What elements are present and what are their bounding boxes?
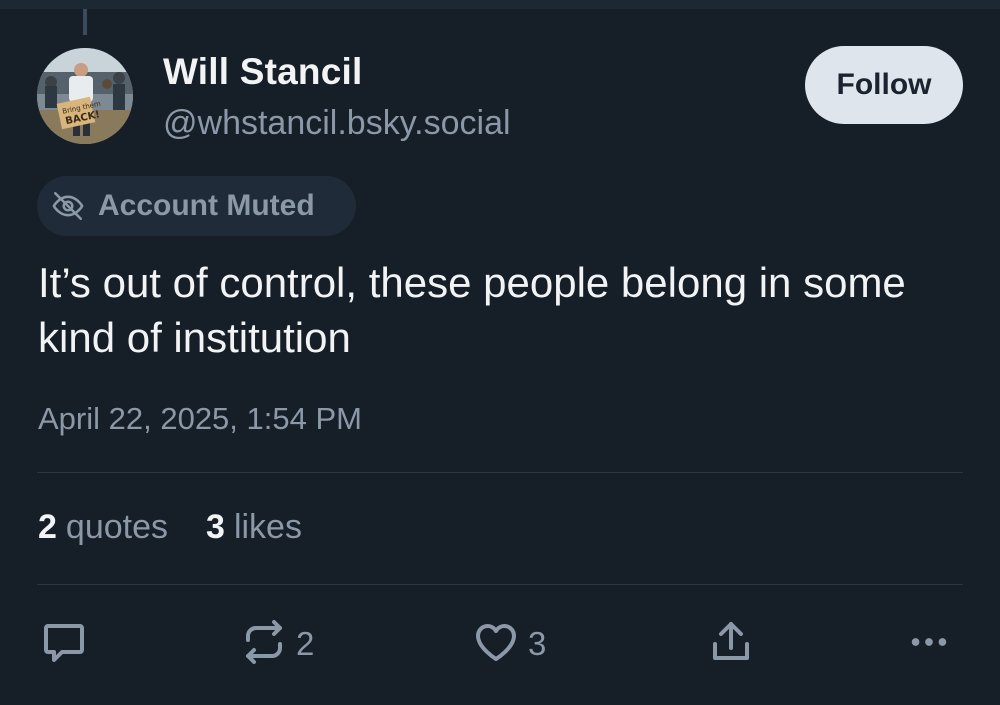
parent-post-edge [0,0,1000,9]
share-button[interactable] [707,616,755,672]
likes-label: likes [233,508,302,546]
heart-icon [472,618,520,671]
repost-count: 2 [296,625,315,662]
account-muted-badge[interactable]: Account Muted [37,176,356,236]
avatar[interactable]: Bring them BACK! [37,48,133,144]
quotes-stat[interactable]: 2 quotes [38,508,168,547]
speech-bubble-icon [40,618,88,671]
likes-stat[interactable]: 3 likes [206,508,302,547]
eye-slash-icon [51,189,85,223]
thread-connector-line [83,9,87,35]
engagement-stats: 2 quotes 3 likes [38,508,340,547]
divider [37,584,963,585]
author-handle[interactable]: @whstancil.bsky.social [163,104,511,143]
more-options-button[interactable] [906,616,952,672]
likes-count: 3 [206,508,225,546]
like-button[interactable]: 3 [472,616,546,672]
post-timestamp: April 22, 2025, 1:54 PM [38,401,362,436]
author-display-name[interactable]: Will Stancil [163,51,362,93]
account-muted-label: Account Muted [98,189,315,222]
quotes-label: quotes [65,508,169,546]
like-count: 3 [528,625,547,662]
share-upload-icon [707,618,755,671]
post-text: It’s out of control, these people belong… [38,259,906,361]
repost-arrows-icon [240,618,288,671]
avatar-photo: Bring them BACK! [37,48,133,144]
post-detail: Bring them BACK! Will Stancil @whstancil… [0,0,1000,705]
follow-button[interactable]: Follow [805,46,963,124]
ellipsis-icon [906,619,952,670]
divider [37,472,963,473]
reply-button[interactable] [40,616,88,672]
repost-button[interactable]: 2 [240,616,314,672]
quotes-count: 2 [38,508,57,546]
